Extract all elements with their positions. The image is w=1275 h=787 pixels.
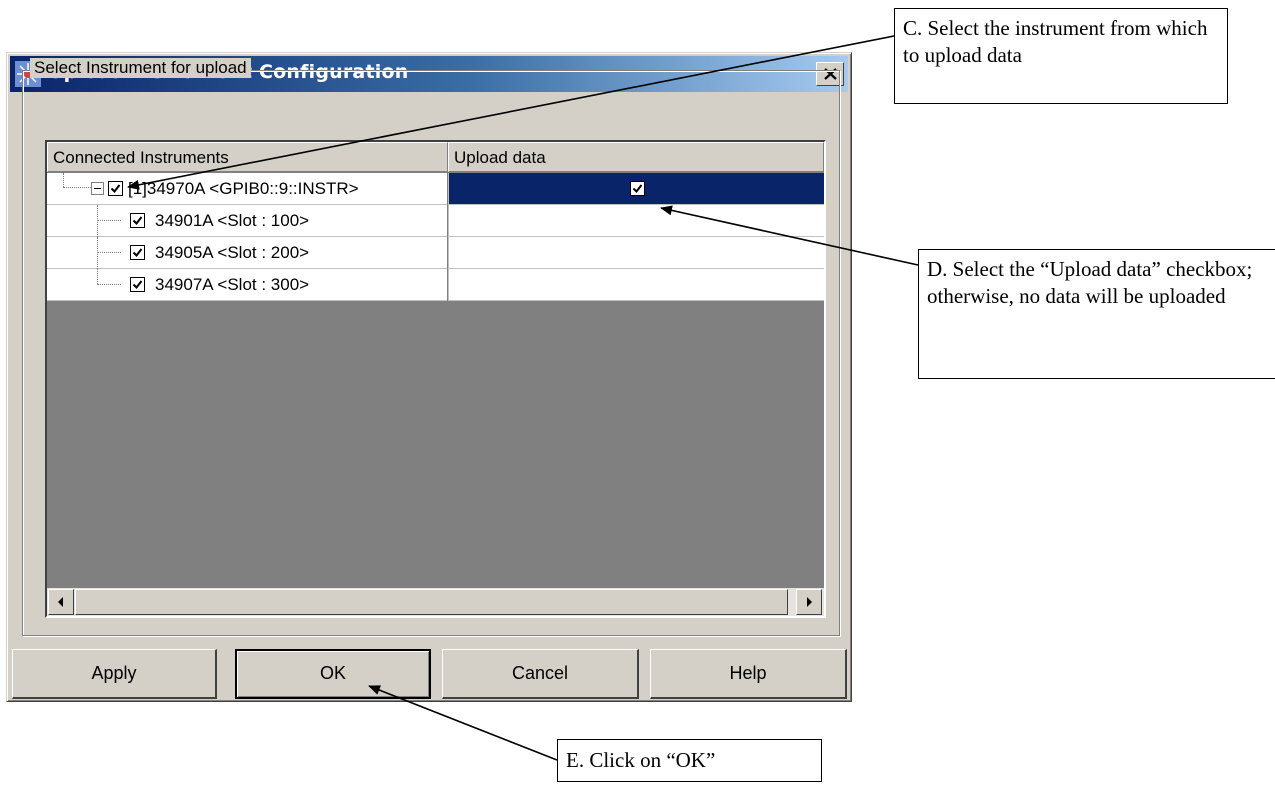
arrow-c: [127, 35, 895, 190]
arrow-e: [368, 685, 558, 761]
callout-arrows: [127, 35, 919, 761]
arrow-d: [660, 205, 919, 266]
